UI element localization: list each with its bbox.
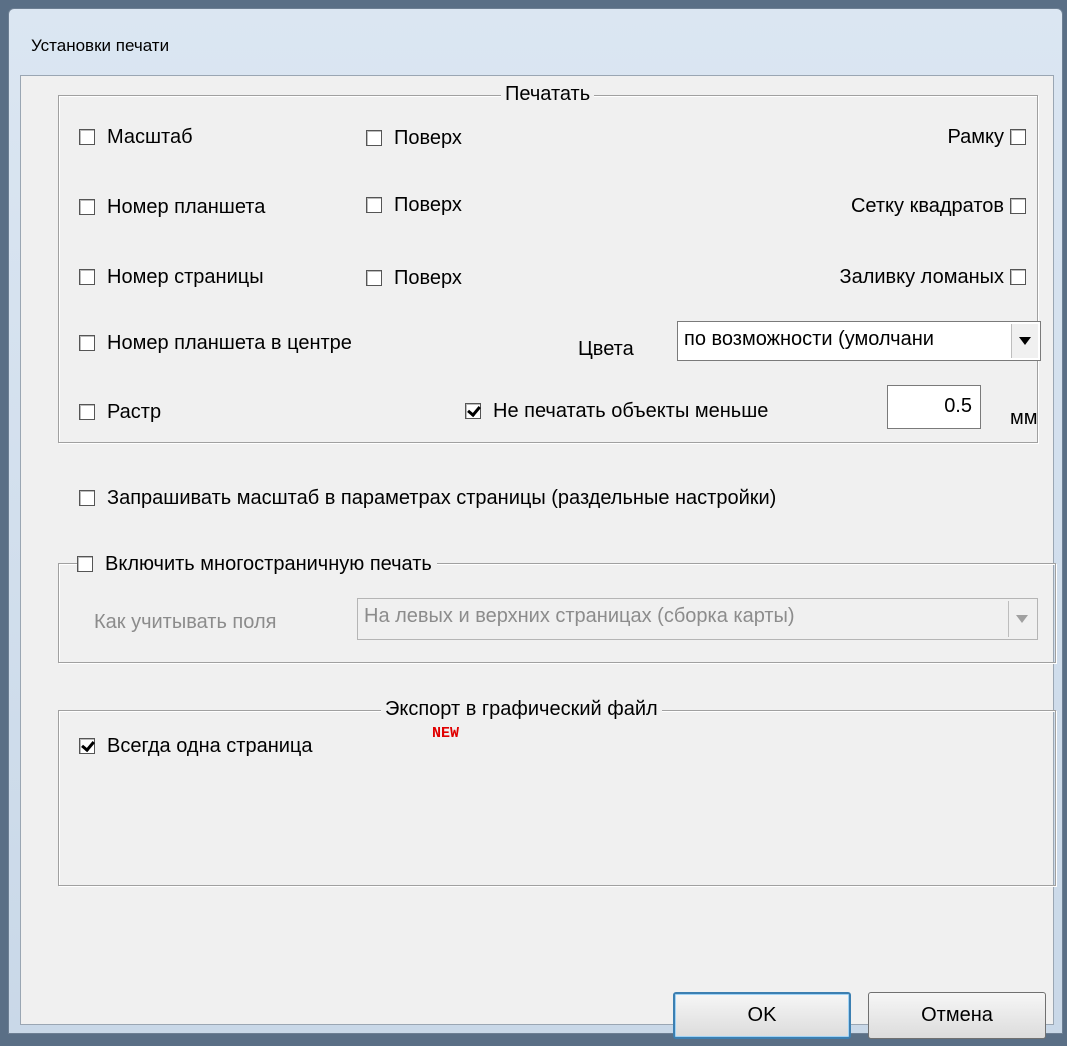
- dialog-title: Установки печати: [31, 36, 170, 55]
- scale-label: Масштаб: [107, 126, 193, 148]
- sheet-number-label: Номер планшета: [107, 196, 266, 218]
- colors-label: Цвета: [578, 338, 634, 360]
- sheet-number-checkbox[interactable]: Номер планшета: [79, 196, 265, 218]
- page-number-checkbox[interactable]: Номер страницы: [79, 266, 264, 288]
- frame-checkbox[interactable]: Рамку: [947, 126, 1026, 148]
- scale-on-top-checkbox[interactable]: Поверх: [366, 127, 462, 149]
- one-page-checkbox-box[interactable]: [79, 738, 95, 754]
- print-settings-dialog: Установки печати Печатать Масштаб Поверх…: [8, 8, 1063, 1039]
- colors-select-value: по возможности (умолчани: [684, 328, 934, 350]
- sheet-on-top-label: Поверх: [394, 194, 462, 216]
- new-badge: NEW: [432, 725, 460, 742]
- raster-checkbox-box[interactable]: [79, 404, 95, 420]
- page-on-top-checkbox[interactable]: Поверх: [366, 267, 462, 289]
- min-object-size-unit: мм: [1010, 407, 1038, 429]
- cancel-button[interactable]: Отмена: [868, 992, 1046, 1039]
- colors-select[interactable]: по возможности (умолчани: [677, 321, 1041, 361]
- min-object-size-input[interactable]: 0.5: [887, 385, 981, 429]
- multipage-checkbox-box[interactable]: [77, 556, 93, 572]
- scale-checkbox-box[interactable]: [79, 129, 95, 145]
- ask-scale-label: Запрашивать масштаб в параметрах страниц…: [107, 487, 777, 509]
- margins-label: Как учитывать поля: [94, 611, 277, 633]
- sheet-center-checkbox[interactable]: Номер планшета в центре: [79, 332, 352, 354]
- export-group-legend: Экспорт в графический файл: [381, 698, 662, 720]
- grid-checkbox[interactable]: Сетку квадратов: [851, 195, 1026, 217]
- page-on-top-label: Поверх: [394, 267, 462, 289]
- skip-small-checkbox-box[interactable]: [465, 403, 481, 419]
- multipage-label: Включить многостраничную печать: [105, 553, 432, 575]
- raster-label: Растр: [107, 401, 162, 423]
- sheet-center-checkbox-box[interactable]: [79, 335, 95, 351]
- one-page-label: Всегда одна страница: [107, 735, 313, 757]
- fill-checkbox-box[interactable]: [1010, 269, 1026, 285]
- ask-scale-checkbox[interactable]: Запрашивать масштаб в параметрах страниц…: [79, 487, 776, 509]
- fill-checkbox[interactable]: Заливку ломаных: [839, 266, 1026, 288]
- page-number-checkbox-box[interactable]: [79, 269, 95, 285]
- frame-label: Рамку: [947, 126, 1004, 148]
- skip-small-label: Не печатать объекты меньше: [493, 400, 769, 422]
- frame-checkbox-box[interactable]: [1010, 129, 1026, 145]
- skip-small-checkbox[interactable]: Не печатать объекты меньше: [465, 400, 768, 422]
- raster-checkbox[interactable]: Растр: [79, 401, 161, 423]
- sheet-on-top-checkbox-box[interactable]: [366, 197, 382, 213]
- sheet-on-top-checkbox[interactable]: Поверх: [366, 194, 462, 216]
- grid-checkbox-box[interactable]: [1010, 198, 1026, 214]
- sheet-center-label: Номер планшета в центре: [107, 332, 352, 354]
- print-group-legend: Печатать: [501, 83, 595, 105]
- multipage-checkbox[interactable]: Включить многостраничную печать: [77, 553, 437, 575]
- sheet-number-checkbox-box[interactable]: [79, 199, 95, 215]
- page-on-top-checkbox-box[interactable]: [366, 270, 382, 286]
- chevron-down-icon[interactable]: [1011, 324, 1038, 358]
- min-object-size-value: 0.5: [944, 395, 972, 417]
- ask-scale-checkbox-box[interactable]: [79, 490, 95, 506]
- one-page-checkbox[interactable]: Всегда одна страница: [79, 735, 313, 757]
- fill-label: Заливку ломаных: [839, 266, 1004, 288]
- page-number-label: Номер страницы: [107, 266, 264, 288]
- chevron-down-icon: [1008, 601, 1035, 637]
- dialog-client-area: Печатать Масштаб Поверх Рамку Номер план…: [20, 75, 1056, 1039]
- scale-on-top-checkbox-box[interactable]: [366, 130, 382, 146]
- ok-button[interactable]: OK: [673, 992, 851, 1039]
- title-bar[interactable]: Установки печати: [9, 9, 1062, 75]
- scale-checkbox[interactable]: Масштаб: [79, 126, 193, 148]
- margins-select: На левых и верхних страницах (сборка кар…: [357, 598, 1038, 640]
- margins-select-value: На левых и верхних страницах (сборка кар…: [364, 605, 795, 627]
- grid-label: Сетку квадратов: [850, 195, 1004, 217]
- scale-on-top-label: Поверх: [394, 127, 462, 149]
